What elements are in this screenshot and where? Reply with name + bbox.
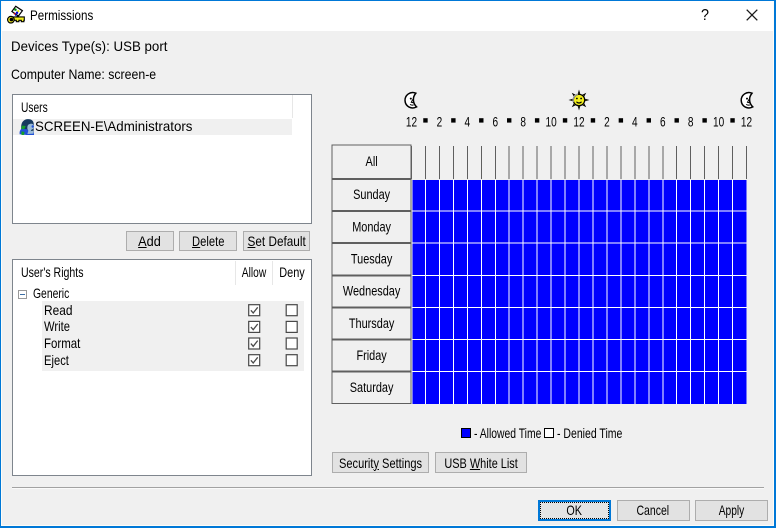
svg-text:Tuesday: Tuesday <box>351 251 393 267</box>
svg-text:6: 6 <box>492 114 498 130</box>
svg-text:Sunday: Sunday <box>353 187 391 203</box>
svg-text:All: All <box>366 154 378 170</box>
svg-text:4: 4 <box>632 114 638 130</box>
svg-text:Friday: Friday <box>356 348 387 364</box>
svg-text:8: 8 <box>520 114 526 130</box>
svg-text:Wednesday: Wednesday <box>343 283 401 299</box>
svg-text:Thursday: Thursday <box>349 316 395 332</box>
svg-text:12: 12 <box>741 114 752 130</box>
svg-text:10: 10 <box>545 114 556 130</box>
svg-text:8: 8 <box>688 114 694 130</box>
svg-text:12: 12 <box>406 114 417 130</box>
svg-text:Monday: Monday <box>352 219 391 235</box>
svg-text:12: 12 <box>573 114 584 130</box>
svg-text:10: 10 <box>713 114 724 130</box>
svg-text:4: 4 <box>465 114 471 130</box>
svg-text:6: 6 <box>660 114 666 130</box>
svg-text:2: 2 <box>437 114 443 130</box>
svg-text:Saturday: Saturday <box>350 380 394 396</box>
svg-text:2: 2 <box>604 114 610 130</box>
